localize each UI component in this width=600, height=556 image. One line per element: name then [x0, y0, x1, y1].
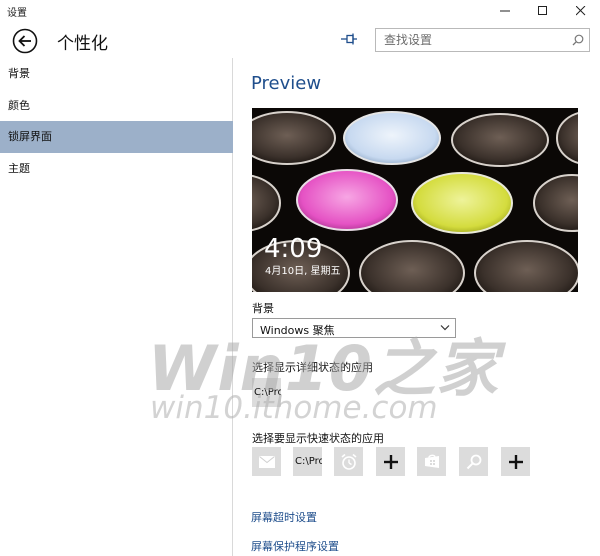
search-icon[interactable] — [572, 34, 584, 46]
sidebar: 背景 颜色 锁屏界面 主题 — [0, 58, 233, 556]
plus-icon — [508, 454, 523, 469]
sidebar-item-label: 主题 — [8, 162, 30, 175]
alarm-icon — [340, 453, 357, 470]
lock-screen-preview: 4:09 4月10日, 星期五 — [252, 108, 578, 292]
sidebar-item-background[interactable]: 背景 — [0, 58, 233, 90]
lock-screen-time: 4:09 — [264, 234, 323, 264]
minimize-icon — [500, 10, 510, 12]
header: 个性化 — [0, 22, 600, 58]
window-controls — [486, 0, 600, 22]
quick-status-tile-app[interactable]: C:\Pro — [293, 447, 322, 476]
back-button[interactable] — [12, 28, 38, 54]
quick-status-tile-alarm[interactable] — [334, 447, 363, 476]
quick-status-tile-mail[interactable] — [252, 447, 281, 476]
quick-status-label: 选择要显示快速状态的应用 — [252, 432, 384, 445]
quick-status-tile-add-1[interactable] — [376, 447, 405, 476]
plus-icon — [383, 454, 398, 469]
window-title: 设置 — [7, 8, 27, 19]
back-arrow-icon — [12, 28, 38, 54]
search-icon — [466, 454, 481, 469]
chevron-down-icon — [440, 325, 450, 331]
sidebar-item-label: 锁屏界面 — [8, 130, 52, 143]
title-bar: 设置 — [0, 0, 600, 22]
quick-status-tile-search[interactable] — [459, 447, 488, 476]
page-title: 个性化 — [57, 34, 108, 54]
store-icon — [424, 454, 439, 468]
main-content: Preview 4:09 4月10日, 星期五 背景 Windows 聚焦 选择… — [234, 58, 600, 556]
pin-button[interactable] — [340, 31, 358, 47]
sidebar-item-colors[interactable]: 颜色 — [0, 90, 233, 122]
lock-screen-date: 4月10日, 星期五 — [265, 266, 341, 277]
preview-title: Preview — [251, 73, 322, 94]
maximize-icon — [538, 6, 547, 15]
sidebar-item-label: 颜色 — [8, 99, 30, 112]
search-box[interactable] — [375, 28, 590, 52]
detailed-status-label: 选择显示详细状态的应用 — [252, 361, 373, 374]
mail-icon — [258, 455, 275, 468]
pin-icon — [341, 33, 357, 45]
close-button[interactable] — [562, 0, 600, 22]
maximize-button[interactable] — [524, 0, 562, 22]
quick-status-tile-store[interactable] — [417, 447, 446, 476]
detailed-status-app-tile[interactable]: C:\Pro — [252, 378, 281, 407]
background-select-value: Windows 聚焦 — [260, 324, 335, 337]
background-select[interactable]: Windows 聚焦 — [252, 318, 456, 338]
sidebar-item-lock-screen[interactable]: 锁屏界面 — [0, 121, 233, 153]
quick-status-app-text: C:\Pro — [295, 456, 322, 467]
search-input[interactable] — [376, 29, 564, 51]
screen-timeout-link[interactable]: 屏幕超时设置 — [251, 509, 317, 525]
screen-saver-link[interactable]: 屏幕保护程序设置 — [251, 538, 339, 554]
quick-status-tile-add-2[interactable] — [501, 447, 530, 476]
sidebar-item-themes[interactable]: 主题 — [0, 153, 233, 185]
sidebar-item-label: 背景 — [8, 67, 30, 80]
close-icon — [576, 6, 586, 16]
background-label: 背景 — [252, 302, 274, 315]
minimize-button[interactable] — [486, 0, 524, 22]
detailed-status-app-text: C:\Pro — [254, 387, 281, 398]
